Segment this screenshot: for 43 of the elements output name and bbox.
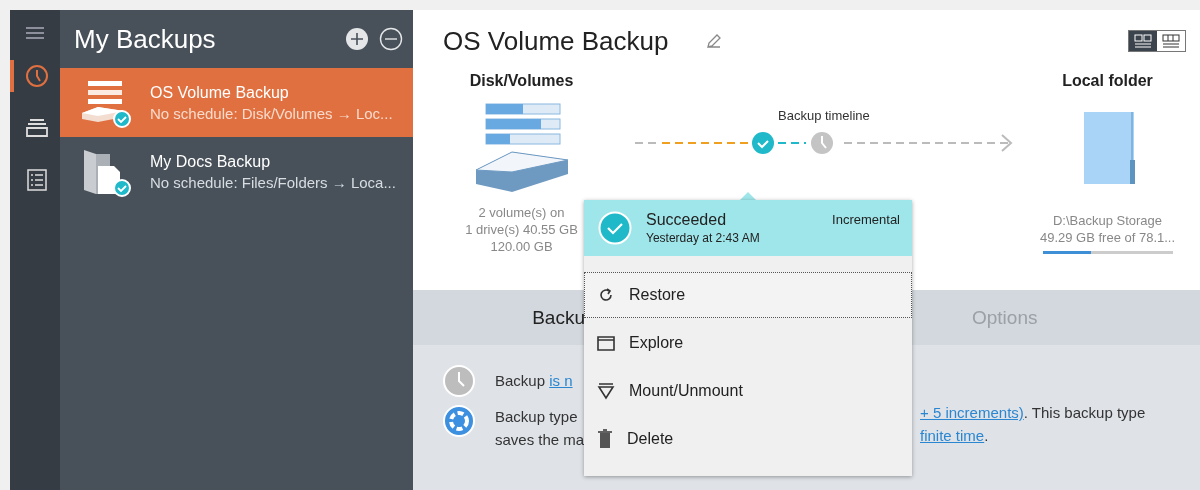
backup-title: OS Volume Backup (443, 25, 669, 57)
backup-type-text: + 5 increments). This backup type (920, 403, 1147, 423)
backup-type-text: finite time. (920, 426, 990, 446)
destination-free-space: 49.29 GB free of 78.1... (1039, 229, 1176, 246)
clock-icon (443, 365, 475, 397)
folder-icon (597, 335, 615, 351)
backup-name: My Docs Backup (150, 152, 272, 171)
backup-name: OS Volume Backup (150, 83, 290, 102)
history-clock-icon (25, 64, 49, 88)
backup-time: Yesterday at 2:43 AM (646, 231, 761, 245)
view-toggle-button[interactable] (1129, 31, 1157, 51)
tab[interactable]: Backu (532, 306, 585, 329)
recycle-icon (443, 405, 475, 437)
backup-list-item[interactable]: My Docs Backup No schedule: Files/Folders → Loca... (60, 137, 413, 206)
remove-icon[interactable] (379, 27, 403, 51)
edit-pencil-icon[interactable] (706, 33, 723, 49)
menu-item[interactable]: Restore (584, 272, 912, 318)
backup-kind: Incremental (832, 212, 900, 227)
menu-item[interactable]: Explore (584, 320, 912, 366)
schedule-text: Backup is n (495, 371, 573, 391)
backup-type-text: saves the ma (495, 430, 585, 450)
source-heading: Disk/Volumes (469, 72, 574, 91)
add-icon[interactable] (345, 27, 369, 51)
source-info: 1 drive(s) 40.55 GB (465, 221, 578, 238)
destination-heading: Local folder (1062, 72, 1153, 91)
source-info: 2 volume(s) on (478, 204, 565, 221)
drive-stack-icon (25, 118, 49, 138)
trash-icon (597, 429, 613, 449)
success-check-icon (598, 211, 632, 245)
backup-description: No schedule: Disk/Volumes → Loc... (150, 104, 393, 122)
backup-description: No schedule: Files/Folders → Loca... (150, 173, 396, 191)
destination-path: D:\Backup Storage (1052, 212, 1163, 229)
list-icon (26, 168, 48, 192)
sidebar-title: My Backups (74, 23, 217, 55)
timeline-label: Backup timeline (778, 108, 871, 123)
menu-item[interactable]: Mount/Unmount (584, 368, 912, 414)
backup-status: Succeeded (646, 211, 728, 229)
mount-icon (597, 382, 615, 400)
menu-item[interactable]: Delete (584, 416, 912, 462)
menu-icon[interactable] (26, 26, 44, 40)
source-info: 120.00 GB (490, 238, 553, 255)
backup-type-text: Backup type (495, 407, 579, 427)
restore-icon (597, 286, 615, 304)
